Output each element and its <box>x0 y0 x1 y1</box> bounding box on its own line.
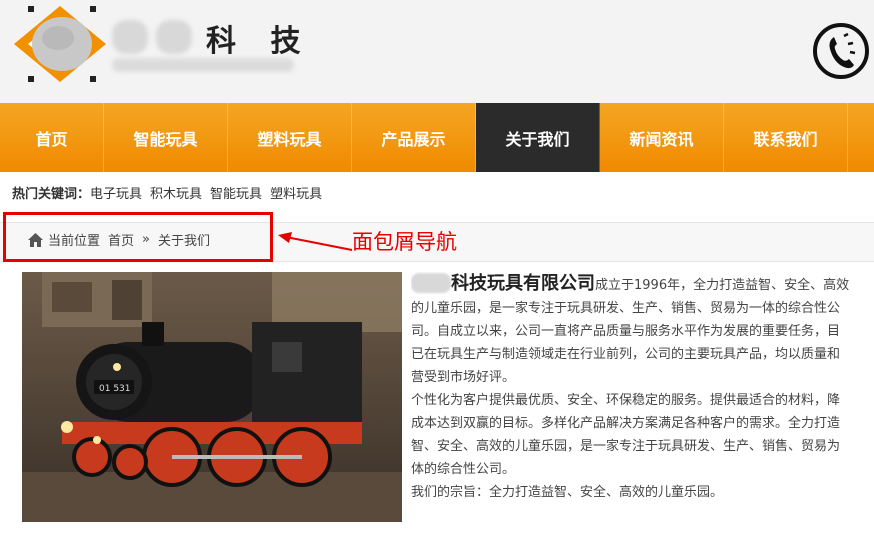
intro-line: 成立于1996年，全力打造益智、安全、高效 <box>595 278 850 293</box>
intro-line: 成本达到双赢的目标。多样化产品解决方案满足各种客户的需求。全力打造 <box>411 416 841 431</box>
site-header: 科 技 <box>0 0 874 103</box>
blurred-title-part <box>411 273 451 293</box>
nav-contact[interactable]: 联系我们 <box>724 103 848 172</box>
main-navigation: 首页 智能玩具 塑料玩具 产品展示 关于我们 新闻资讯 联系我们 <box>0 103 874 172</box>
intro-line: 体的综合性公司。 <box>411 462 516 477</box>
locomotive-photo: 01 531 <box>22 272 402 522</box>
hot-keyword-link[interactable]: 智能玩具 <box>210 187 262 202</box>
intro-line: 营受到市场好评。 <box>411 370 516 385</box>
blurred-slogan <box>112 58 294 72</box>
annotation-highlight-box <box>3 212 273 262</box>
company-logo[interactable] <box>10 4 110 86</box>
phone-icon[interactable] <box>812 22 870 80</box>
intro-line: 的儿童乐园，是一家专注于玩具研发、生产、销售、贸易为一体的综合性公 <box>411 301 841 316</box>
hot-keywords-label: 热门关键词： <box>12 187 91 202</box>
intro-line: 司。自成立以来，公司一直将产品质量与服务水平作为发展的重要任务，目 <box>411 324 841 339</box>
nav-about-us[interactable]: 关于我们 <box>476 103 600 172</box>
company-name: 科 技 <box>206 24 313 59</box>
blurred-name-part <box>112 20 148 54</box>
company-title: 科技玩具有限公司 <box>451 273 595 294</box>
nav-smart-toys[interactable]: 智能玩具 <box>104 103 228 172</box>
annotation-arrow-icon <box>278 232 353 251</box>
nav-home[interactable]: 首页 <box>0 103 104 172</box>
blurred-name-part <box>156 20 192 54</box>
nav-news[interactable]: 新闻资讯 <box>600 103 724 172</box>
hot-keyword-link[interactable]: 积木玩具 <box>150 187 202 202</box>
hot-keyword-link[interactable]: 塑料玩具 <box>270 187 322 202</box>
nav-products[interactable]: 产品展示 <box>352 103 476 172</box>
annotation-label: 面包屑导航 <box>352 230 457 254</box>
intro-line: 已在玩具生产与制造领域走在行业前列，公司的主要玩具产品，均以质量和 <box>411 347 841 362</box>
intro-line: 个性化为客户提供最优质、安全、环保稳定的服务。提供最适合的材料，降 <box>411 393 841 408</box>
intro-line: 我们的宗旨：全力打造益智、安全、高效的儿童乐园。 <box>411 485 724 500</box>
locomotive-number: 01 531 <box>99 384 131 394</box>
company-intro: 科技玩具有限公司成立于1996年，全力打造益智、安全、高效 的儿童乐园，是一家专… <box>411 272 874 504</box>
nav-plastic-toys[interactable]: 塑料玩具 <box>228 103 352 172</box>
hot-keyword-link[interactable]: 电子玩具 <box>90 187 142 202</box>
hot-keywords: 热门关键词：电子玩具 积木玩具 智能玩具 塑料玩具 <box>12 183 330 202</box>
intro-line: 智、安全、高效的儿童乐园，是一家专注于玩具研发、生产、销售、贸易为 <box>411 439 841 454</box>
